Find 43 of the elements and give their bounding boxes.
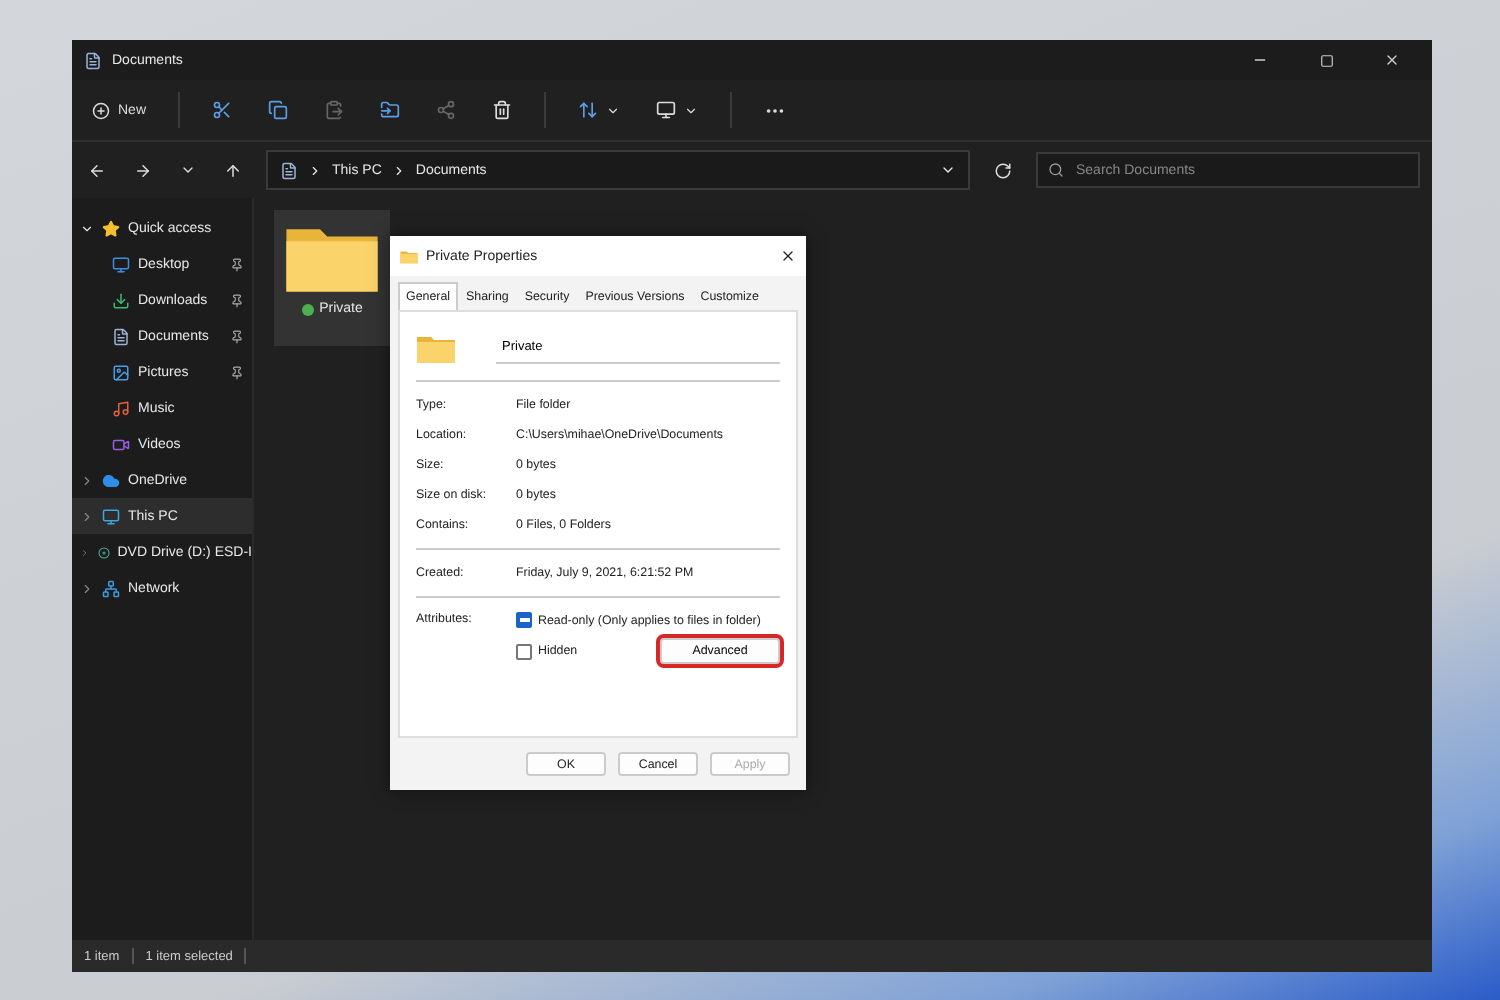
document-icon bbox=[280, 161, 298, 179]
chevron-icon bbox=[391, 163, 406, 177]
computer-icon bbox=[102, 507, 120, 525]
close-icon bbox=[1384, 52, 1400, 68]
trash-icon bbox=[492, 100, 513, 120]
scissors-icon bbox=[212, 100, 233, 120]
caret-icon bbox=[940, 162, 956, 178]
arrow-left-icon bbox=[88, 161, 106, 179]
sort-arrows-icon bbox=[578, 100, 599, 120]
folder-icon bbox=[416, 333, 456, 363]
arrow-up-icon bbox=[224, 161, 242, 179]
share-icon bbox=[436, 100, 457, 120]
desktop-icon bbox=[112, 255, 130, 273]
document-icon bbox=[84, 51, 102, 69]
disc-icon bbox=[97, 543, 110, 561]
caret-icon bbox=[684, 103, 699, 117]
copy-button[interactable] bbox=[264, 96, 293, 124]
cloud-icon bbox=[102, 471, 120, 489]
network-icon bbox=[102, 579, 120, 597]
copy-icon bbox=[268, 100, 289, 120]
sync-status-icon bbox=[301, 303, 314, 315]
document-icon bbox=[112, 327, 130, 345]
checkbox[interactable] bbox=[516, 643, 532, 659]
chevron-icon bbox=[308, 163, 322, 177]
star-icon bbox=[102, 219, 120, 237]
maximize-icon bbox=[1319, 53, 1333, 67]
monitor-icon bbox=[656, 100, 677, 120]
folder-icon bbox=[400, 249, 418, 263]
caret-icon bbox=[180, 162, 196, 178]
rename-icon bbox=[380, 100, 401, 120]
rename-button[interactable] bbox=[376, 96, 405, 124]
video-camera-icon bbox=[112, 435, 130, 453]
caret-icon bbox=[606, 103, 621, 117]
download-icon bbox=[112, 291, 130, 309]
refresh-icon bbox=[994, 161, 1012, 179]
plus-icon bbox=[92, 101, 110, 119]
checkbox[interactable] bbox=[516, 612, 532, 628]
picture-icon bbox=[112, 363, 130, 381]
close-icon[interactable] bbox=[780, 248, 796, 264]
clipboard-icon bbox=[324, 100, 345, 120]
music-note-icon bbox=[112, 399, 130, 417]
search-icon bbox=[1048, 162, 1064, 178]
arrow-right-icon bbox=[134, 161, 152, 179]
